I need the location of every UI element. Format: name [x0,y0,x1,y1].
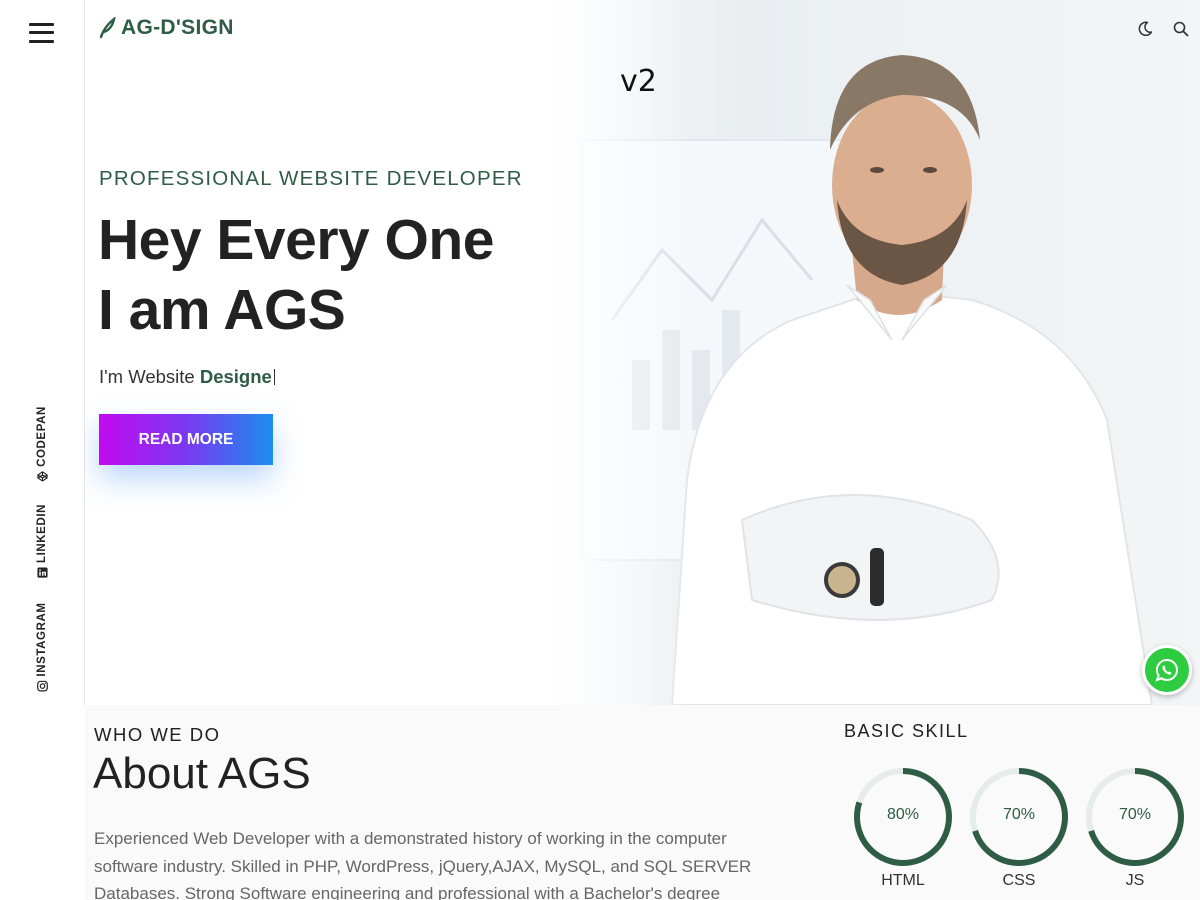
hero-photo [552,0,1200,705]
hero-subtitle: I'm Website Designe [99,366,275,388]
codepan-link[interactable]: CODEPAN [36,406,48,482]
linkedin-label: LINKEDIN [36,503,48,564]
linkedin-icon [36,567,48,578]
about-text: Experienced Web Developer with a demonst… [94,829,752,900]
hero-title-line2: I am AGS [98,278,346,342]
skill-label: HTML [881,872,925,889]
skill-label: CSS [1002,872,1036,889]
top-toolbar [1136,20,1190,38]
skill-percent: 80% [886,806,920,823]
hero-title-line1: Hey Every One [98,208,494,272]
hero-title: Hey Every One I am AGS [98,205,494,345]
hero-subtitle-prefix: I'm Website [99,366,195,387]
typing-cursor [273,369,275,385]
codepen-icon [36,471,48,482]
moon-icon[interactable] [1136,20,1154,38]
version-label: v2 [620,64,657,99]
read-more-button[interactable]: READ MORE [99,414,273,465]
instagram-label: INSTAGRAM [36,602,48,677]
logo-text: AG-D'SIGN [121,16,234,39]
leaf-icon [99,17,116,39]
skills-heading: BASIC SKILL [844,721,969,741]
about-section: WHO WE DO About AGS Experienced Web Deve… [85,705,1200,900]
hero-kicker: PROFESSIONAL WEBSITE DEVELOPER [99,167,523,190]
skill-label: JS [1125,872,1145,889]
about-kicker: WHO WE DO [94,724,221,745]
about-title: About AGS [93,749,311,798]
skill-js: 70% JS [1083,765,1187,890]
left-rail: CODEPAN LINKEDIN INSTAGRAM [0,0,85,705]
whatsapp-icon [1155,658,1178,682]
whatsapp-button[interactable] [1142,645,1192,695]
search-icon[interactable] [1172,20,1190,38]
linkedin-link[interactable]: LINKEDIN [36,504,48,578]
instagram-link[interactable]: INSTAGRAM [36,602,48,692]
skill-css: 70% CSS [967,765,1071,890]
instagram-icon [36,680,48,692]
skill-percent: 70% [1002,806,1036,823]
menu-icon[interactable] [29,22,54,44]
skill-percent: 70% [1118,806,1152,823]
hero-typed-word: Designe [199,366,272,387]
skill-html: 80% HTML [851,765,955,890]
codepan-label: CODEPAN [36,406,48,467]
logo[interactable]: AG-D'SIGN [98,16,234,40]
